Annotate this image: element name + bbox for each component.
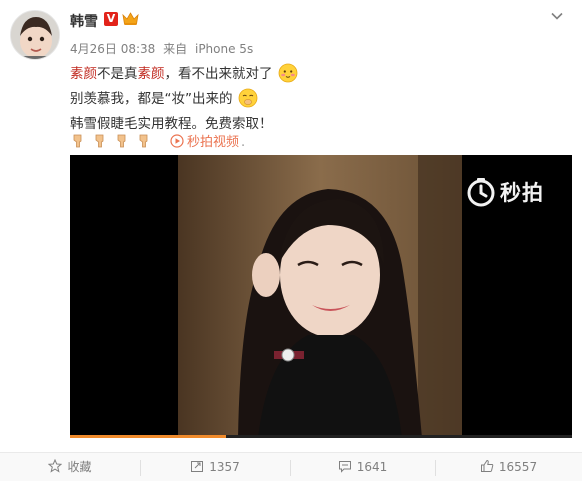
- watermark-text: 秒拍: [500, 181, 544, 205]
- miaopai-logo-icon: [467, 178, 495, 207]
- verified-badge-icon: V: [104, 12, 118, 26]
- point-down-hand-icon: [139, 134, 148, 148]
- weibo-post-card: 韩雪 V 4月26日 08:38 来自 iPhone 5s 素颜不是真素颜，看不…: [0, 0, 582, 481]
- video-progress-bar[interactable]: [70, 435, 572, 438]
- video-link[interactable]: 秒拍视频.: [170, 131, 245, 150]
- point-down-hand-icon: [73, 134, 82, 148]
- author-name[interactable]: 韩雪: [70, 11, 98, 31]
- like-count: 16557: [498, 460, 538, 474]
- text-segment: 不是真: [97, 66, 138, 82]
- highlight-keyword[interactable]: 素颜: [70, 66, 97, 82]
- star-icon: [48, 459, 63, 473]
- video-link-label: 秒拍视频: [187, 135, 240, 150]
- thumbs-up-icon: [480, 459, 494, 472]
- comment-button[interactable]: 1641: [290, 453, 435, 481]
- point-down-hand-icon: [95, 134, 104, 148]
- repost-count: 1357: [209, 460, 240, 474]
- action-bar: 收藏 1357 1641 16557: [0, 452, 582, 481]
- video-link-dot: .: [241, 135, 246, 150]
- post-text-line-3: 韩雪假睫毛实用教程。免费索取！: [70, 116, 273, 132]
- post-text-line-2: 别羡慕我，都是“妆”出来的: [70, 87, 258, 108]
- shy-giggle-emoji-icon: [238, 88, 258, 108]
- post-source[interactable]: iPhone 5s: [195, 42, 253, 56]
- video-player[interactable]: 秒拍: [70, 155, 572, 438]
- comment-icon: [338, 461, 351, 473]
- member-crown-icon[interactable]: [122, 11, 139, 26]
- point-down-hand-icon: [117, 134, 126, 148]
- video-progress-fill: [70, 435, 226, 438]
- favorite-label: 收藏: [67, 460, 92, 474]
- source-prefix: 来自: [163, 42, 188, 56]
- post-date[interactable]: 4月26日 08:38: [70, 42, 155, 56]
- text-segment: 别羡慕我，都是“妆”出来的: [70, 91, 233, 107]
- miaopai-watermark: 秒拍: [466, 177, 544, 207]
- text-segment: ，看不出来就对了: [164, 66, 273, 82]
- post-meta: 4月26日 08:38 来自 iPhone 5s: [70, 40, 257, 57]
- chevron-down-icon[interactable]: [550, 9, 564, 23]
- avatar[interactable]: [10, 10, 60, 60]
- comment-count: 1641: [356, 460, 388, 474]
- video-frame-image: [178, 155, 462, 438]
- favorite-button[interactable]: 收藏: [0, 453, 140, 481]
- play-circle-icon: [170, 134, 184, 148]
- post-text-line-1: 素颜不是真素颜，看不出来就对了: [70, 62, 298, 83]
- highlight-keyword[interactable]: 素颜: [138, 66, 165, 82]
- pointing-hands: [70, 133, 158, 149]
- repost-icon: [191, 461, 204, 472]
- blushing-face-emoji-icon: [278, 63, 298, 83]
- repost-button[interactable]: 1357: [140, 453, 290, 481]
- like-button[interactable]: 16557: [435, 453, 582, 481]
